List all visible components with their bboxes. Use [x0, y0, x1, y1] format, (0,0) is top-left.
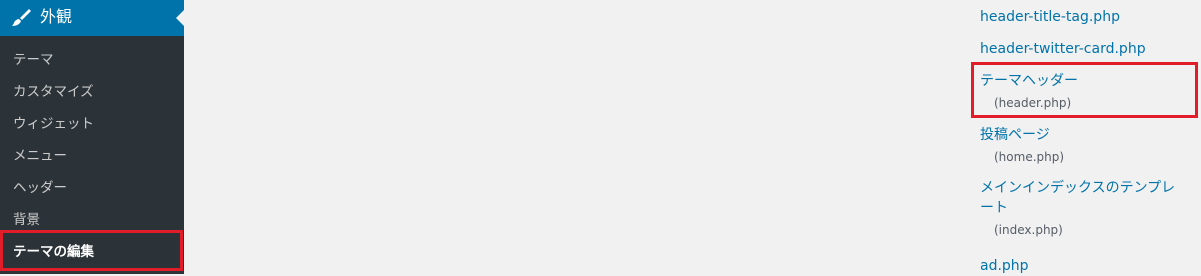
file-link-header-title-tag[interactable]: header-title-tag.php [980, 7, 1120, 27]
file-link-ad[interactable]: ad.php [980, 256, 1029, 276]
file-link-home[interactable]: 投稿ページ (home.php) [980, 125, 1064, 165]
paintbrush-icon [12, 9, 31, 26]
submenu-item-header[interactable]: ヘッダー [0, 172, 184, 204]
menu-pointer [176, 10, 184, 26]
menu-appearance[interactable]: 外観 [0, 0, 184, 36]
file-link-index[interactable]: メインインデックスのテンプレート (index.php) [980, 178, 1180, 238]
submenu-item-customize[interactable]: カスタマイズ [0, 76, 184, 108]
menu-appearance-label: 外観 [40, 7, 73, 26]
submenu-item-background[interactable]: 背景 [0, 204, 184, 236]
submenu-item-themes[interactable]: テーマ [0, 44, 184, 76]
appearance-submenu: テーマ カスタマイズ ウィジェット メニュー ヘッダー 背景 テーマの編集 [0, 44, 184, 268]
file-link-header[interactable]: テーマヘッダー (header.php) [980, 71, 1078, 111]
submenu-item-menus[interactable]: メニュー [0, 140, 184, 172]
submenu-item-theme-editor[interactable]: テーマの編集 [0, 236, 184, 268]
file-name-header: (header.php) [994, 96, 1072, 110]
file-name-index: (index.php) [994, 223, 1063, 237]
admin-sidebar: 外観 テーマ カスタマイズ ウィジェット メニュー ヘッダー 背景 テーマの編集 [0, 0, 184, 274]
file-name-home: (home.php) [994, 150, 1065, 164]
submenu-item-widgets[interactable]: ウィジェット [0, 108, 184, 140]
file-link-header-twitter-card[interactable]: header-twitter-card.php [980, 39, 1146, 59]
